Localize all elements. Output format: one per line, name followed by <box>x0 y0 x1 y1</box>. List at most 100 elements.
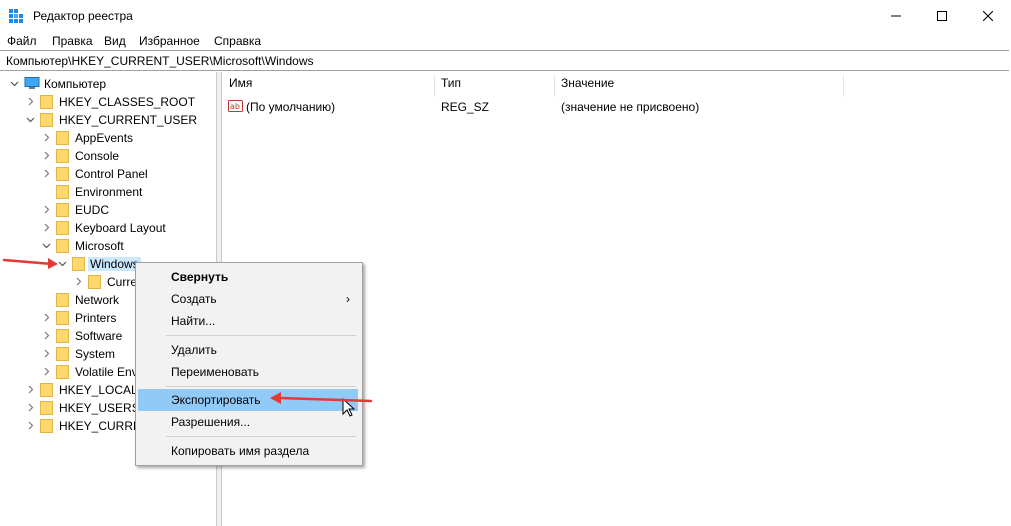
close-icon <box>983 11 993 21</box>
tree-node-hkcc[interactable]: HKEY_CURREN <box>24 417 150 435</box>
menu-view[interactable]: Вид <box>104 34 126 48</box>
value-type: REG_SZ <box>441 100 490 114</box>
folder-icon <box>40 419 53 433</box>
tree-label: HKEY_USERS <box>59 401 140 415</box>
folder-icon <box>56 131 69 145</box>
tree-node-keyboard-layout[interactable]: Keyboard Layout <box>40 219 210 237</box>
chevron-right-icon[interactable] <box>74 277 83 286</box>
menu-item-collapse[interactable]: Свернуть <box>138 266 358 288</box>
chevron-right-icon[interactable] <box>26 421 35 430</box>
chevron-right-icon[interactable] <box>26 403 35 412</box>
folder-icon <box>56 167 69 181</box>
tree-node-hklm[interactable]: HKEY_LOCAL_ <box>24 381 144 399</box>
column-header-value[interactable]: Значение <box>561 76 614 96</box>
tree-node-hku[interactable]: HKEY_USERS <box>24 399 140 417</box>
tree-label: Volatile Env <box>75 365 138 379</box>
chevron-right-icon[interactable] <box>42 349 51 358</box>
tree-node-environment[interactable]: Environment <box>40 183 210 201</box>
title-bar: Редактор реестра <box>0 0 1011 33</box>
folder-icon <box>56 347 69 361</box>
tree-label: Console <box>75 149 120 163</box>
menu-item-copy-key-name[interactable]: Копировать имя раздела <box>138 440 358 462</box>
menu-item-find[interactable]: Найти... <box>138 310 358 332</box>
chevron-right-icon[interactable] <box>42 367 51 376</box>
column-divider[interactable] <box>434 75 435 97</box>
chevron-down-icon[interactable] <box>42 241 51 250</box>
tree-node-eudc[interactable]: EUDC <box>40 201 210 219</box>
folder-icon <box>56 203 69 217</box>
menu-item-export[interactable]: Экспортировать <box>138 389 358 411</box>
folder-icon <box>56 221 69 235</box>
tree-node-console[interactable]: Console <box>40 147 210 165</box>
chevron-right-icon[interactable] <box>42 223 51 232</box>
svg-text:ab: ab <box>230 102 240 111</box>
column-header-name[interactable]: Имя <box>229 76 252 96</box>
menu-item-label: Разрешения... <box>171 415 251 429</box>
folder-icon <box>40 113 53 127</box>
window-title: Редактор реестра <box>33 9 133 23</box>
chevron-down-icon[interactable] <box>26 115 35 124</box>
chevron-right-icon[interactable] <box>42 331 51 340</box>
tree-node-volatile-env[interactable]: Volatile Env <box>40 363 140 381</box>
folder-icon <box>40 383 53 397</box>
menu-item-label: Создать <box>171 292 217 306</box>
tree-label: Network <box>75 293 120 307</box>
folder-icon <box>40 95 53 109</box>
minimize-icon <box>891 15 901 17</box>
tree-node-microsoft[interactable]: Microsoft <box>40 237 210 255</box>
menu-separator <box>166 436 356 437</box>
tree-label: Printers <box>75 311 117 325</box>
address-bar[interactable]: Компьютер\HKEY_CURRENT_USER\Microsoft\Wi… <box>0 50 1009 71</box>
menu-item-permissions[interactable]: Разрешения... <box>138 411 358 433</box>
menu-favorites[interactable]: Избранное <box>139 34 200 48</box>
menu-item-create[interactable]: Создать › <box>138 288 358 310</box>
menu-separator <box>166 335 356 336</box>
tree-node-computer[interactable]: Компьютер <box>8 75 208 93</box>
chevron-right-icon[interactable] <box>42 313 51 322</box>
tree-node-appevents[interactable]: AppEvents <box>40 129 210 147</box>
menu-bar: Файл Правка Вид Избранное Справка <box>0 32 1011 50</box>
maximize-button[interactable] <box>919 0 965 32</box>
tree-node-control-panel[interactable]: Control Panel <box>40 165 210 183</box>
folder-icon <box>56 329 69 343</box>
tree-label: Keyboard Layout <box>75 221 166 235</box>
folder-icon <box>40 401 53 415</box>
folder-icon <box>56 185 69 199</box>
folder-icon <box>88 275 101 289</box>
menu-help[interactable]: Справка <box>214 34 261 48</box>
tree-label: HKEY_CLASSES_ROOT <box>59 95 196 109</box>
chevron-right-icon[interactable] <box>42 133 51 142</box>
chevron-right-icon[interactable] <box>26 385 35 394</box>
tree-label: EUDC <box>75 203 110 217</box>
tree-label: Windows <box>88 257 141 271</box>
menu-file[interactable]: Файл <box>7 34 37 48</box>
string-value-icon: ab <box>228 100 243 112</box>
column-header-type[interactable]: Тип <box>441 76 461 96</box>
menu-item-rename[interactable]: Переименовать <box>138 361 358 383</box>
minimize-button[interactable] <box>873 0 919 32</box>
chevron-down-icon[interactable] <box>10 79 19 88</box>
folder-icon <box>56 239 69 253</box>
menu-edit[interactable]: Правка <box>52 34 93 48</box>
column-divider[interactable] <box>843 75 844 97</box>
folder-icon <box>56 365 69 379</box>
submenu-arrow-icon: › <box>346 292 350 306</box>
folder-icon <box>56 293 69 307</box>
value-name[interactable]: (По умолчанию) <box>246 100 335 114</box>
tree-node-hkcr[interactable]: HKEY_CLASSES_ROOT <box>24 93 214 111</box>
folder-icon <box>72 257 85 271</box>
menu-item-delete[interactable]: Удалить <box>138 339 358 361</box>
tree-node-hkcu[interactable]: HKEY_CURRENT_USER <box>24 111 214 129</box>
chevron-right-icon[interactable] <box>42 169 51 178</box>
chevron-right-icon[interactable] <box>26 97 35 106</box>
chevron-down-icon[interactable] <box>58 259 67 268</box>
close-button[interactable] <box>965 0 1011 32</box>
chevron-right-icon[interactable] <box>42 151 51 160</box>
chevron-right-icon[interactable] <box>42 205 51 214</box>
computer-icon <box>24 77 40 89</box>
mouse-cursor-icon <box>342 398 356 417</box>
tree-label: Software <box>75 329 123 343</box>
menu-separator <box>166 386 356 387</box>
tree-node-currentversion[interactable]: Curre <box>72 273 142 291</box>
column-divider[interactable] <box>554 75 555 97</box>
